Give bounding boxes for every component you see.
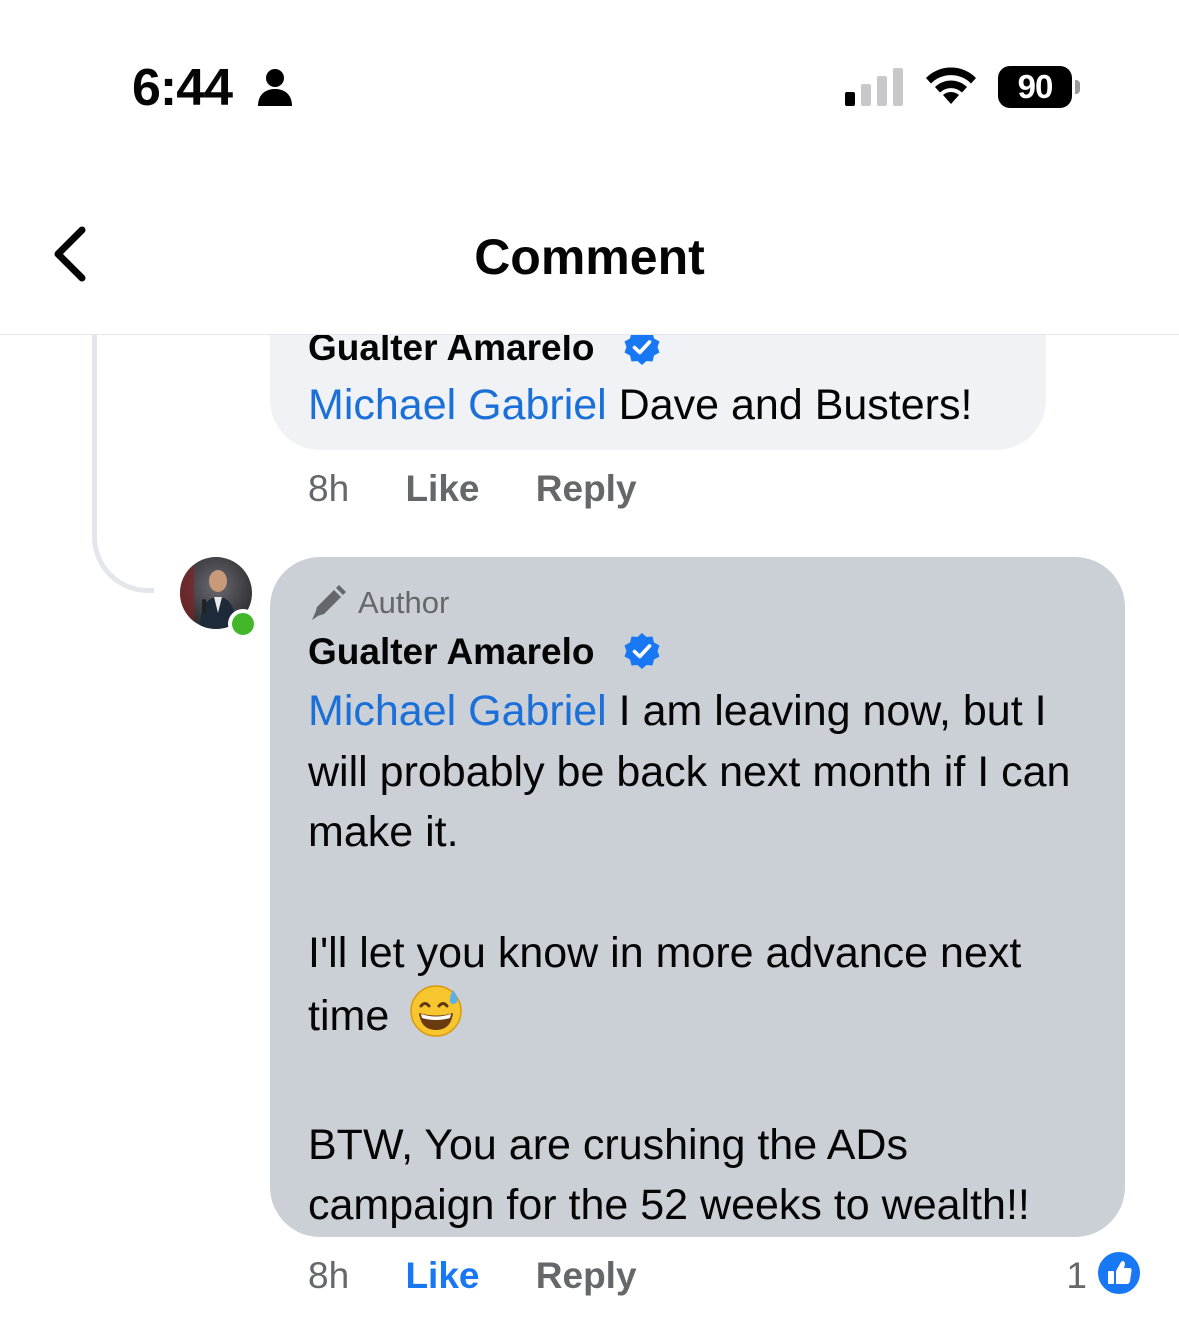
status-bar: 6:44 90 bbox=[0, 0, 1179, 170]
like-button[interactable]: Like bbox=[405, 468, 479, 509]
person-icon bbox=[258, 69, 292, 106]
status-time: 6:44 bbox=[132, 59, 233, 117]
like-button[interactable]: Like bbox=[405, 1255, 479, 1296]
nav-bar: Comment bbox=[0, 170, 1179, 335]
commenter-name[interactable]: Gualter Amarelo bbox=[308, 335, 595, 369]
comment-text: Michael Gabriel I am leaving now, but I … bbox=[308, 681, 1098, 1236]
online-status-indicator bbox=[228, 609, 258, 639]
battery-tip bbox=[1075, 80, 1080, 94]
page-title: Comment bbox=[474, 229, 705, 285]
comment-time: 8h bbox=[308, 468, 350, 509]
comment-text: Michael Gabriel Dave and Busters! bbox=[308, 381, 973, 429]
comment-paragraph: I'll let you know in more advance next t… bbox=[308, 923, 1088, 1054]
commenter-name[interactable]: Gualter Amarelo bbox=[308, 631, 595, 673]
comment-actions: 8h Like Reply bbox=[308, 1255, 637, 1297]
mention-link[interactable]: Michael Gabriel bbox=[308, 381, 607, 429]
verified-badge-icon bbox=[624, 633, 660, 669]
comment-bubble[interactable]: Author Gualter Amarelo Michael Gabriel I… bbox=[270, 557, 1125, 1237]
comment-thread: Gualter Amarelo Michael Gabriel Dave and… bbox=[0, 335, 1179, 1326]
cellular-signal-icon bbox=[845, 68, 903, 106]
reply-button[interactable]: Reply bbox=[536, 468, 637, 509]
thumbs-up-icon bbox=[1095, 1249, 1143, 1297]
comment-bubble[interactable]: Gualter Amarelo Michael Gabriel Dave and… bbox=[270, 335, 1046, 450]
comment-time: 8h bbox=[308, 1255, 350, 1296]
grinning-sweat-emoji bbox=[409, 984, 463, 1055]
battery-level: 90 bbox=[998, 66, 1072, 108]
reaction-summary[interactable]: 1 bbox=[1033, 1249, 1143, 1299]
verified-badge-icon bbox=[624, 335, 660, 365]
comment-paragraph: BTW, You are crushing the ADs campaign f… bbox=[308, 1120, 1030, 1230]
author-badge: Author bbox=[358, 585, 450, 620]
reply-button[interactable]: Reply bbox=[536, 1255, 637, 1296]
mention-link[interactable]: Michael Gabriel bbox=[308, 687, 607, 735]
comment-paragraph: Michael Gabriel I am leaving now, but I … bbox=[308, 687, 1071, 856]
comment-actions: 8h Like Reply bbox=[308, 468, 637, 510]
pen-icon bbox=[312, 585, 346, 620]
thread-connector bbox=[92, 335, 154, 593]
reaction-count: 1 bbox=[1066, 1255, 1087, 1296]
wifi-icon bbox=[926, 67, 976, 104]
